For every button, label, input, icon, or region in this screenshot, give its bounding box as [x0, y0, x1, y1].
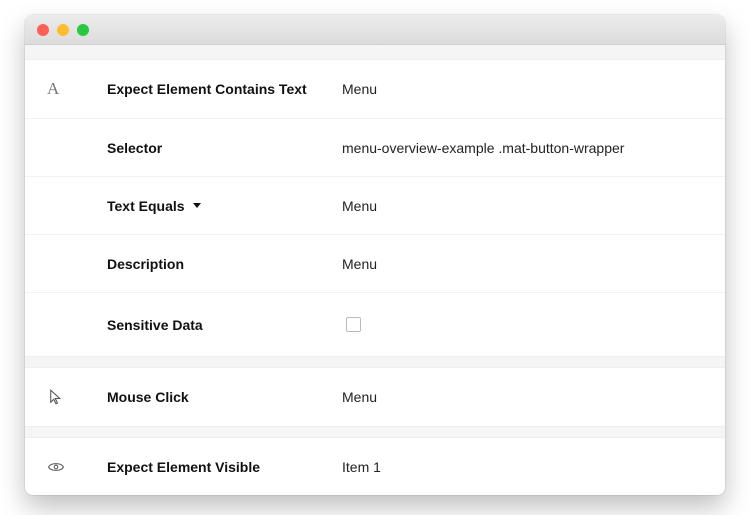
window-minimize-button[interactable]: [57, 24, 69, 36]
field-value-description: Menu: [342, 256, 377, 272]
titlebar: [25, 15, 725, 45]
field-selector-row[interactable]: Selector menu-overview-example .mat-butt…: [25, 118, 725, 176]
step-title: Mouse Click: [107, 389, 189, 405]
field-description-row[interactable]: Description Menu: [25, 234, 725, 292]
text-icon: A: [47, 79, 59, 99]
field-label-selector: Selector: [107, 140, 162, 156]
cursor-icon: [47, 388, 65, 406]
eye-icon: [47, 458, 65, 476]
step-summary-value: Menu: [342, 81, 377, 97]
step-title: Expect Element Contains Text: [107, 81, 307, 97]
field-label-text-equals: Text Equals: [107, 198, 185, 214]
content-area: A Expect Element Contains Text Menu Sele…: [25, 45, 725, 495]
field-label-sensitive-data: Sensitive Data: [107, 317, 203, 333]
step-title: Expect Element Visible: [107, 459, 260, 475]
step-expect-visible[interactable]: Expect Element Visible Item 1: [25, 437, 725, 495]
field-text-equals-row[interactable]: Text Equals Menu: [25, 176, 725, 234]
step-expect-contains-text[interactable]: A Expect Element Contains Text Menu Sele…: [25, 59, 725, 357]
chevron-down-icon[interactable]: [193, 203, 201, 208]
field-sensitive-data-row[interactable]: Sensitive Data: [25, 292, 725, 356]
window-maximize-button[interactable]: [77, 24, 89, 36]
app-window: A Expect Element Contains Text Menu Sele…: [25, 15, 725, 495]
field-value-text-equals: Menu: [342, 198, 377, 214]
step-mouse-click[interactable]: Mouse Click Menu: [25, 367, 725, 427]
window-close-button[interactable]: [37, 24, 49, 36]
step-summary-value: Item 1: [342, 459, 381, 475]
sensitive-data-checkbox[interactable]: [346, 317, 361, 332]
step-summary-value: Menu: [342, 389, 377, 405]
field-value-selector: menu-overview-example .mat-button-wrappe…: [342, 140, 624, 156]
field-label-description: Description: [107, 256, 184, 272]
